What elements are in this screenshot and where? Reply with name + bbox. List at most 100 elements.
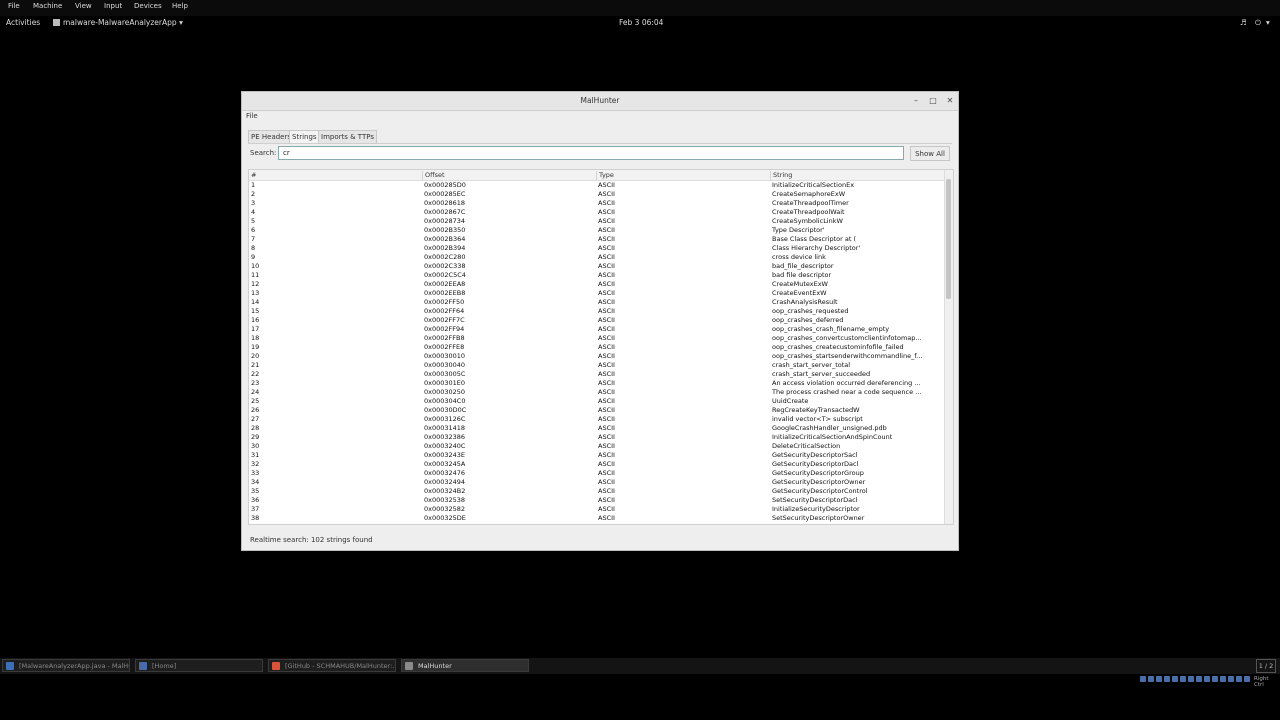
table-row[interactable]: 26 0x00030D0C ASCII RegCreateKeyTransactedW [249, 406, 946, 415]
vbox-status-icon[interactable] [1212, 676, 1218, 682]
row-type: ASCII [598, 181, 615, 189]
row-type: ASCII [598, 253, 615, 261]
row-index: 13 [251, 289, 260, 297]
workspace-pager[interactable]: 1 / 2 [1256, 659, 1276, 673]
taskbar-item[interactable]: MalHunter [401, 659, 529, 672]
table-row[interactable]: 31 0x0003243E ASCII GetSecurityDescriptorSa… [249, 451, 946, 460]
vbox-status-icon[interactable] [1180, 676, 1186, 682]
table-row[interactable]: 29 0x00032386 ASCII InitializeCriticalSecti… [249, 433, 946, 442]
table-row[interactable]: 14 0x0002FF50 ASCII CrashAnalysisResult [249, 298, 946, 307]
table-row[interactable]: 33 0x00032476 ASCII GetSecurityDescriptorGr… [249, 469, 946, 478]
table-row[interactable]: 21 0x00030040 ASCII crash_start_server_tota… [249, 361, 946, 370]
table-row[interactable]: 22 0x0003005C ASCII crash_start_server_succ… [249, 370, 946, 379]
volume-icon[interactable]: ♬ [1240, 18, 1247, 27]
table-row[interactable]: 27 0x0003126C ASCII invalid vector<T> subsc… [249, 415, 946, 424]
row-index: 12 [251, 280, 260, 288]
taskbar-item[interactable]: [MalwareAnalyzerApp.java - MalHu... [2, 659, 130, 672]
table-row[interactable]: 24 0x00030250 ASCII The process crashed nea… [249, 388, 946, 397]
maximize-icon[interactable]: □ [927, 95, 939, 107]
column-header-type[interactable]: Type [596, 171, 614, 180]
column-header-offset[interactable]: Offset [422, 171, 445, 180]
table-row[interactable]: 37 0x00032582 ASCII InitializeSecurityDescr… [249, 505, 946, 514]
table-row[interactable]: 23 0x000301E0 ASCII An access violation occ… [249, 379, 946, 388]
vbox-menubar: File Machine View Input Devices Help [0, 0, 1280, 16]
table-row[interactable]: 9 0x0002C280 ASCII cross device link [249, 253, 946, 262]
table-row[interactable]: 1 0x000285D0 ASCII InitializeCriticalSectio… [249, 181, 946, 190]
row-offset: 0x00032582 [424, 505, 466, 513]
vbox-status-icon[interactable] [1220, 676, 1226, 682]
vbox-status-icon[interactable] [1204, 676, 1210, 682]
row-type: ASCII [598, 244, 615, 252]
vbox-menu-file[interactable]: File [8, 2, 20, 10]
tab-strings[interactable]: Strings [289, 130, 320, 143]
vbox-menu-help[interactable]: Help [172, 2, 188, 10]
scrollbar-thumb[interactable] [946, 179, 951, 299]
table-row[interactable]: 38 0x000325DE ASCII SetSecurityDescriptorOw… [249, 514, 946, 523]
vbox-status-icon[interactable] [1172, 676, 1178, 682]
row-offset: 0x000301E0 [424, 379, 466, 387]
table-row[interactable]: 13 0x0002EEB8 ASCII CreateEventExW [249, 289, 946, 298]
table-row[interactable]: 35 0x000324B2 ASCII GetSecurityDescriptorCo… [249, 487, 946, 496]
vbox-menu-machine[interactable]: Machine [33, 2, 62, 10]
window-titlebar[interactable]: MalHunter – □ ✕ [242, 92, 958, 111]
column-header-string[interactable]: String [770, 171, 792, 180]
table-row[interactable]: 16 0x0002FF7C ASCII oop_crashes_deferred [249, 316, 946, 325]
table-row[interactable]: 11 0x0002C5C4 ASCII bad file descriptor [249, 271, 946, 280]
table-row[interactable]: 30 0x0003240C ASCII DeleteCriticalSection [249, 442, 946, 451]
vbox-status-icon[interactable] [1148, 676, 1154, 682]
table-row[interactable]: 10 0x0002C338 ASCII bad_file_descriptor [249, 262, 946, 271]
tab-imports-ttps[interactable]: Imports & TTPs [318, 130, 377, 143]
tab-pe-headers[interactable]: PE Headers [248, 130, 295, 143]
row-string: CreateEventExW [772, 289, 827, 297]
row-type: ASCII [598, 361, 615, 369]
row-string: oop_crashes_crash_filename_empty [772, 325, 890, 333]
table-row[interactable]: 19 0x0002FFE8 ASCII oop_crashes_createcusto… [249, 343, 946, 352]
taskbar-item[interactable]: [Home] [135, 659, 263, 672]
table-row[interactable]: 6 0x0002B350 ASCII Type Descriptor' [249, 226, 946, 235]
clock[interactable]: Feb 3 06:04 [619, 18, 663, 27]
table-row[interactable]: 34 0x00032494 ASCII GetSecurityDescriptorOw… [249, 478, 946, 487]
show-all-button[interactable]: Show All [910, 146, 950, 161]
vbox-menu-devices[interactable]: Devices [134, 2, 162, 10]
row-index: 3 [251, 199, 256, 207]
row-offset: 0x0002FF94 [424, 325, 465, 333]
table-row[interactable]: 18 0x0002FFB8 ASCII oop_crashes_convertcust… [249, 334, 946, 343]
vertical-scrollbar[interactable] [944, 170, 953, 524]
row-type: ASCII [598, 478, 615, 486]
table-row[interactable]: 20 0x00030010 ASCII oop_crashes_startsender… [249, 352, 946, 361]
search-input[interactable] [278, 146, 904, 160]
table-row[interactable]: 8 0x0002B394 ASCII Class Hierarchy Descrip… [249, 244, 946, 253]
vbox-status-icon[interactable] [1188, 676, 1194, 682]
table-row[interactable]: 2 0x000285EC ASCII CreateSemaphoreExW [249, 190, 946, 199]
vbox-menu-view[interactable]: View [75, 2, 92, 10]
table-row[interactable]: 3 0x00028618 ASCII CreateThreadpoolTimer [249, 199, 946, 208]
activities-button[interactable]: Activities [6, 18, 40, 27]
vbox-status-icon[interactable] [1196, 676, 1202, 682]
minimize-icon[interactable]: – [910, 95, 922, 107]
table-row[interactable]: 5 0x00028734 ASCII CreateSymbolicLinkW [249, 217, 946, 226]
app-menu[interactable]: malware-MalwareAnalyzerApp ▾ [53, 18, 183, 27]
vbox-status-icon[interactable] [1156, 676, 1162, 682]
vbox-status-icon[interactable] [1236, 676, 1242, 682]
vbox-status-icon[interactable] [1140, 676, 1146, 682]
table-row[interactable]: 12 0x0002EEA8 ASCII CreateMutexExW [249, 280, 946, 289]
close-icon[interactable]: ✕ [944, 95, 956, 107]
vbox-status-icon[interactable] [1228, 676, 1234, 682]
vbox-menu-input[interactable]: Input [104, 2, 122, 10]
table-row[interactable]: 32 0x0003245A ASCII GetSecurityDescriptorDa… [249, 460, 946, 469]
menu-file[interactable]: File [246, 112, 258, 120]
power-icon[interactable]: ⏻ [1255, 18, 1261, 28]
taskbar-item[interactable]: [GitHub - SCHMAHUB/MalHunter:... [268, 659, 396, 672]
vbox-status-icon[interactable] [1244, 676, 1250, 682]
table-row[interactable]: 36 0x00032538 ASCII SetSecurityDescriptorDa… [249, 496, 946, 505]
table-row[interactable]: 17 0x0002FF94 ASCII oop_crashes_crash_filen… [249, 325, 946, 334]
table-row[interactable]: 15 0x0002FF64 ASCII oop_crashes_requested [249, 307, 946, 316]
chevron-down-icon[interactable]: ▾ [1266, 18, 1270, 27]
table-row[interactable]: 25 0x000304C0 ASCII UuidCreate [249, 397, 946, 406]
row-index: 9 [251, 253, 256, 261]
table-row[interactable]: 7 0x0002B364 ASCII Base Class Descriptor a… [249, 235, 946, 244]
column-header-index[interactable]: # [249, 171, 256, 180]
table-row[interactable]: 28 0x00031418 ASCII GoogleCrashHandler_unsi… [249, 424, 946, 433]
vbox-status-icon[interactable] [1164, 676, 1170, 682]
table-row[interactable]: 4 0x0002867C ASCII CreateThreadpoolWait [249, 208, 946, 217]
